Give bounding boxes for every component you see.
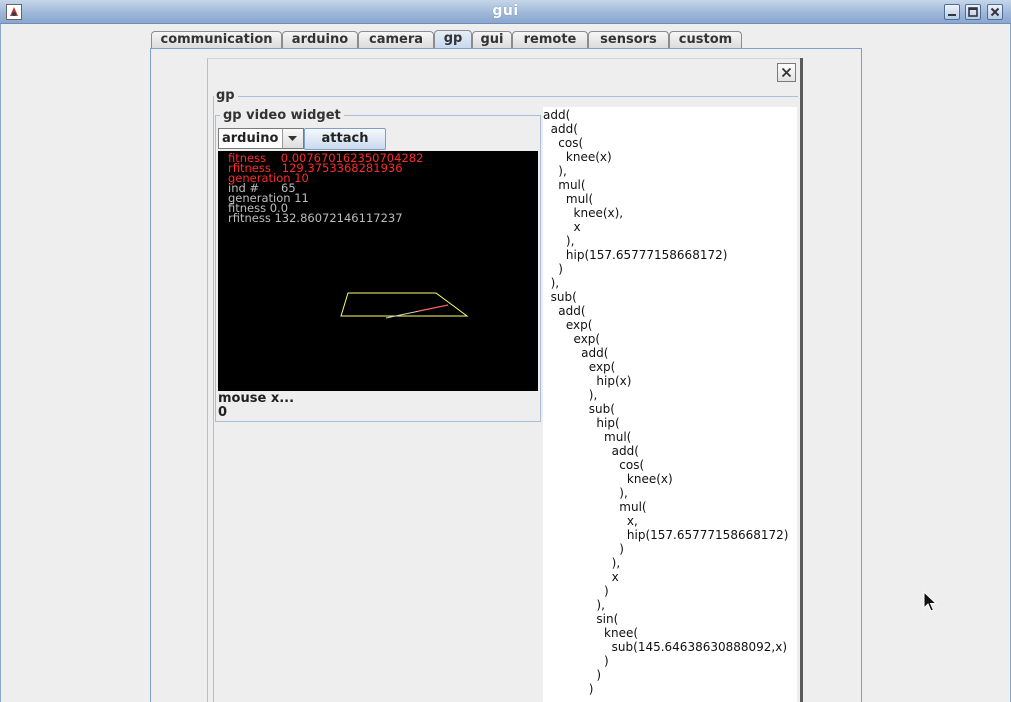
- tab-camera[interactable]: camera: [358, 31, 434, 48]
- chevron-down-icon: [288, 136, 297, 141]
- code-line: sin(: [543, 612, 619, 626]
- code-line: mul(: [543, 430, 632, 444]
- title-bar[interactable]: gui: [0, 0, 1011, 24]
- code-line: x: [543, 220, 581, 234]
- code-line: add(: [543, 444, 639, 458]
- code-line: exp(: [543, 360, 616, 374]
- tab-arduino[interactable]: arduino: [282, 31, 358, 48]
- code-line: exp(: [543, 332, 601, 346]
- panel-divider: [800, 58, 803, 702]
- close-icon: [990, 7, 1000, 17]
- code-line: hip(: [543, 416, 620, 430]
- dropdown-arrow[interactable]: [282, 129, 303, 148]
- close-icon: [781, 67, 792, 78]
- tab-gp[interactable]: gp: [434, 30, 472, 49]
- close-window-button[interactable]: [987, 4, 1003, 20]
- code-line: x: [543, 570, 619, 584]
- minimize-button[interactable]: [944, 4, 960, 20]
- code-line: ): [543, 542, 624, 556]
- code-line: mul(: [543, 178, 586, 192]
- code-line: exp(: [543, 318, 593, 332]
- code-line: add(: [543, 108, 571, 122]
- window-title: gui: [492, 3, 519, 19]
- mouse-cursor-icon: [923, 590, 938, 617]
- code-line: mul(: [543, 500, 647, 514]
- code-line: add(: [543, 122, 578, 136]
- code-line: ),: [543, 234, 575, 248]
- code-line: knee(x),: [543, 206, 624, 220]
- code-line: cos(: [543, 136, 584, 150]
- code-line: knee(x): [543, 150, 612, 164]
- maximize-icon: [968, 7, 978, 17]
- code-line: ): [543, 584, 609, 598]
- source-select[interactable]: arduino: [218, 128, 304, 149]
- code-line: knee(: [543, 626, 639, 640]
- code-line: ): [543, 262, 563, 276]
- section-label-gp: gp: [216, 88, 235, 103]
- platform-shape: [340, 292, 469, 317]
- code-line: hip(x): [543, 374, 632, 388]
- code-line: ),: [543, 388, 598, 402]
- code-line: hip(157.65777158668172): [543, 248, 728, 262]
- code-line: ): [543, 668, 602, 682]
- code-line: add(: [543, 346, 609, 360]
- code-line: sub(145.64638630888092,x): [543, 640, 788, 654]
- code-line: hip(157.65777158668172): [543, 528, 789, 542]
- code-line: ),: [543, 598, 605, 612]
- code-line: knee(x): [543, 472, 673, 486]
- program-text-area[interactable]: add( add( cos( knee(x) ), mul( mul( knee…: [543, 107, 797, 702]
- tab-communication[interactable]: communication: [151, 31, 282, 48]
- video-view[interactable]: fitness 0.007670162350704282 rfitness 12…: [218, 151, 538, 391]
- code-line: sub(: [543, 402, 615, 416]
- code-line: sub(: [543, 290, 577, 304]
- code-line: ): [543, 654, 609, 668]
- attach-button[interactable]: attach: [304, 128, 386, 150]
- tab-gui[interactable]: gui: [472, 31, 512, 48]
- tab-custom[interactable]: custom: [669, 31, 742, 48]
- section-border-left: [213, 96, 214, 702]
- tab-remote[interactable]: remote: [512, 31, 588, 48]
- close-panel-button[interactable]: [777, 63, 796, 82]
- section-border: [238, 96, 798, 97]
- code-line: ),: [543, 556, 621, 570]
- code-line: add(: [543, 304, 586, 318]
- code-line: ),: [543, 164, 567, 178]
- simulation-render: [340, 292, 469, 319]
- tab-sensors[interactable]: sensors: [588, 31, 669, 48]
- code-line: mul(: [543, 192, 594, 206]
- mouse-label: mouse x...: [218, 391, 295, 406]
- video-widget-title: gp video widget: [220, 108, 344, 123]
- code-line: x,: [543, 514, 638, 528]
- source-select-value: arduino: [222, 131, 279, 146]
- code-line: ): [543, 682, 594, 696]
- code-line: ),: [543, 276, 560, 290]
- maximize-button[interactable]: [965, 4, 981, 20]
- limb-line-red: [417, 304, 449, 312]
- code-line: ),: [543, 486, 628, 500]
- minimize-icon: [948, 14, 956, 16]
- mouse-value: 0: [218, 405, 228, 420]
- code-line: cos(: [543, 458, 645, 472]
